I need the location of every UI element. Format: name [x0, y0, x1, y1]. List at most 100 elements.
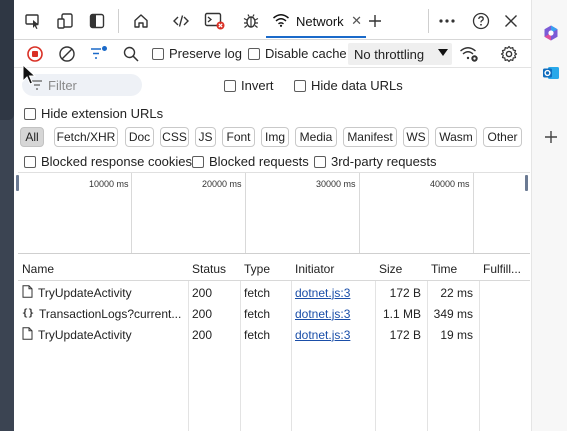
- request-initiator-link[interactable]: dotnet.js:3: [295, 286, 350, 300]
- request-name-cell[interactable]: TryUpdateActivity: [18, 324, 188, 345]
- request-name: TransactionLogs?current...: [39, 306, 182, 321]
- overview-tick-label: 40000 ms: [430, 179, 470, 189]
- tab-network[interactable]: Network ✕: [266, 6, 366, 38]
- invert-checkbox[interactable]: Invert: [224, 78, 274, 93]
- type-chip-other[interactable]: Other: [483, 127, 522, 147]
- type-chip-css[interactable]: CSS: [160, 127, 189, 147]
- request-type: fetch: [244, 327, 271, 342]
- welcome-home-icon[interactable]: [130, 10, 152, 32]
- request-initiator-link[interactable]: dotnet.js:3: [295, 328, 350, 342]
- request-name-cell[interactable]: TryUpdateActivity: [18, 282, 188, 303]
- throttling-select[interactable]: No throttling: [348, 43, 452, 65]
- outlook-icon[interactable]: [542, 64, 560, 82]
- overview-gridline: [245, 173, 246, 253]
- search-icon[interactable]: [120, 43, 142, 65]
- column-header-fulfilled[interactable]: Fulfill...: [479, 257, 530, 281]
- wifi-icon: [272, 13, 290, 30]
- hide-data-urls-box[interactable]: [294, 79, 306, 92]
- type-chip-js[interactable]: JS: [195, 127, 216, 147]
- elements-code-icon[interactable]: [170, 10, 192, 32]
- column-header-status[interactable]: Status: [188, 257, 240, 281]
- disable-cache-checkbox[interactable]: Disable cache: [248, 46, 347, 61]
- console-icon[interactable]: [204, 10, 226, 32]
- blocked-response-cookies-checkbox[interactable]: Blocked response cookies: [24, 154, 192, 169]
- hide-data-urls-label: Hide data URLs: [311, 78, 403, 93]
- request-initiator-cell: dotnet.js:3: [291, 303, 375, 324]
- browser-sidebar: [531, 0, 567, 431]
- blocked-requests-checkbox[interactable]: Blocked requests: [192, 154, 309, 169]
- type-chip-fetch-xhr[interactable]: Fetch/XHR: [54, 127, 118, 147]
- filter-input[interactable]: Filter: [22, 74, 142, 96]
- close-devtools-icon[interactable]: [500, 10, 522, 32]
- tab-network-label: Network: [296, 13, 344, 29]
- column-header-initiator[interactable]: Initiator: [291, 257, 375, 281]
- more-options-icon[interactable]: [436, 10, 458, 32]
- settings-gear-icon[interactable]: [498, 43, 520, 65]
- hide-extension-urls-box[interactable]: [24, 107, 36, 120]
- column-header-time[interactable]: Time: [427, 257, 479, 281]
- table-row[interactable]: {} TransactionLogs?current... 200 fetch …: [18, 303, 530, 324]
- invert-box[interactable]: [224, 79, 236, 92]
- type-chip-manifest[interactable]: Manifest: [343, 127, 397, 147]
- overview-tick-label: 30000 ms: [316, 179, 356, 189]
- network-overview-timeline[interactable]: 10000 ms 20000 ms 30000 ms 40000 ms: [16, 172, 530, 254]
- column-header-type[interactable]: Type: [240, 257, 291, 281]
- blocked-response-cookies-label: Blocked response cookies: [41, 154, 193, 169]
- request-name: TryUpdateActivity: [38, 285, 132, 300]
- type-chip-all[interactable]: All: [20, 127, 44, 147]
- network-conditions-icon[interactable]: [458, 43, 480, 65]
- table-row[interactable]: TryUpdateActivity 200 fetch dotnet.js:3 …: [18, 282, 530, 303]
- page-edge-shape: [0, 0, 14, 120]
- record-stop-icon[interactable]: [24, 43, 46, 65]
- hide-extension-urls-checkbox[interactable]: Hide extension URLs: [24, 106, 163, 121]
- document-icon: [22, 284, 33, 301]
- add-tab-icon[interactable]: [364, 10, 386, 32]
- preserve-log-label: Preserve log: [169, 46, 242, 61]
- requests-table: Name Status Type Initiator Size Time Ful…: [18, 257, 530, 431]
- mouse-cursor-icon: [22, 63, 37, 89]
- sources-bug-icon[interactable]: [240, 10, 262, 32]
- hide-data-urls-checkbox[interactable]: Hide data URLs: [294, 78, 403, 93]
- device-emulation-icon[interactable]: [54, 10, 76, 32]
- blocked-requests-box[interactable]: [192, 155, 204, 168]
- copilot-icon[interactable]: [542, 24, 560, 42]
- close-tab-icon[interactable]: ✕: [351, 13, 362, 29]
- dock-side-icon[interactable]: [86, 10, 108, 32]
- type-chip-doc[interactable]: Doc: [125, 127, 154, 147]
- filter-toggle-icon[interactable]: [88, 43, 110, 65]
- disable-cache-box[interactable]: [248, 47, 260, 60]
- hide-extension-urls-label: Hide extension URLs: [41, 106, 164, 121]
- document-icon: [22, 326, 33, 343]
- type-chip-media[interactable]: Media: [295, 127, 337, 147]
- request-size: 172 B: [389, 327, 421, 342]
- request-time: 349 ms: [433, 306, 473, 321]
- overview-right-handle[interactable]: [525, 175, 528, 191]
- third-party-requests-box[interactable]: [314, 155, 326, 168]
- type-chip-font[interactable]: Font: [222, 127, 255, 147]
- request-name-cell[interactable]: {} TransactionLogs?current...: [18, 303, 188, 324]
- tabbar-divider: [118, 9, 119, 33]
- preserve-log-checkbox[interactable]: Preserve log: [152, 46, 242, 61]
- overview-gridline: [131, 173, 132, 253]
- overview-left-handle[interactable]: [16, 175, 19, 191]
- add-sidebar-app-icon[interactable]: [542, 128, 560, 146]
- chevron-down-icon: [438, 49, 448, 56]
- clear-log-icon[interactable]: [56, 43, 78, 65]
- third-party-requests-checkbox[interactable]: 3rd-party requests: [314, 154, 437, 169]
- type-chip-ws[interactable]: WS: [403, 127, 429, 147]
- filter-placeholder: Filter: [48, 77, 77, 93]
- request-size: 172 B: [389, 285, 421, 300]
- table-row[interactable]: TryUpdateActivity 200 fetch dotnet.js:3 …: [18, 324, 530, 345]
- type-chip-wasm[interactable]: Wasm: [435, 127, 477, 147]
- invert-label: Invert: [241, 78, 274, 93]
- request-type: fetch: [244, 285, 271, 300]
- preserve-log-box[interactable]: [152, 47, 164, 60]
- help-icon[interactable]: [470, 10, 492, 32]
- request-initiator-link[interactable]: dotnet.js:3: [295, 307, 350, 321]
- inspect-element-icon[interactable]: [22, 10, 44, 32]
- json-braces-icon: {}: [22, 308, 35, 319]
- column-header-name[interactable]: Name: [18, 257, 188, 281]
- type-chip-img[interactable]: Img: [261, 127, 289, 147]
- blocked-response-cookies-box[interactable]: [24, 155, 36, 168]
- column-header-size[interactable]: Size: [375, 257, 427, 281]
